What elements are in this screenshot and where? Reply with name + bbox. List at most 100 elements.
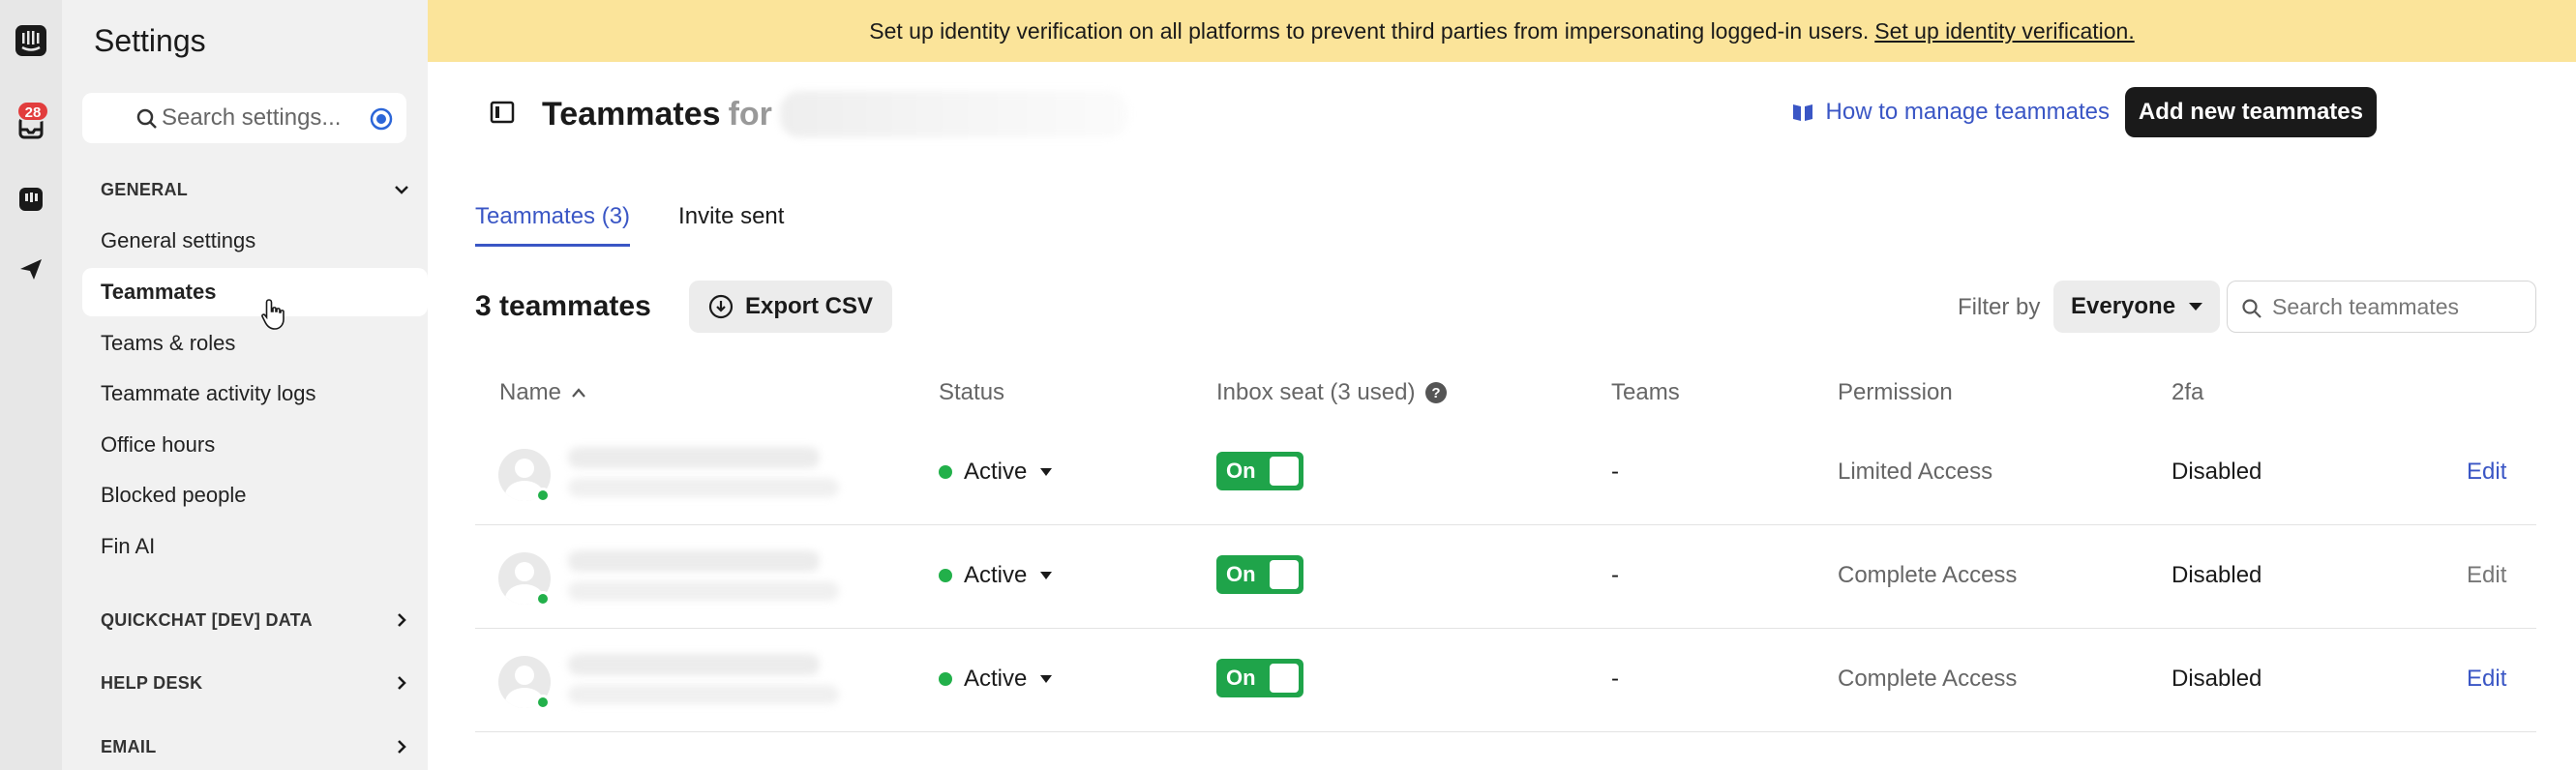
sidebar-item-label: Teammate activity logs xyxy=(101,381,316,405)
sidebar-title: Settings xyxy=(94,23,206,58)
status-dropdown[interactable]: Active xyxy=(939,666,1053,693)
twofa-value: Disabled xyxy=(2172,562,2262,588)
teammate-email-redacted xyxy=(568,478,839,497)
settings-search-input[interactable] xyxy=(160,104,363,133)
col-name[interactable]: Name xyxy=(499,379,586,406)
sidebar-item-office-hours[interactable]: Office hours xyxy=(82,421,428,469)
table-row: Active On - Complete Access Disabled Edi… xyxy=(475,525,2536,629)
teammate-tabs: Teammates (3) Invite sent xyxy=(475,203,832,247)
page-title-suffix: for xyxy=(728,95,772,133)
search-icon xyxy=(136,108,157,129)
status-label: Active xyxy=(964,459,1028,485)
hand-cursor-icon xyxy=(261,299,285,330)
teammate-email-redacted xyxy=(568,581,839,601)
download-icon xyxy=(708,294,734,319)
table-row: Active On - Limited Access Disabled Edit xyxy=(475,422,2536,525)
col-status: Status xyxy=(939,379,1005,405)
permission-value: Complete Access xyxy=(1838,562,2018,588)
section-help-desk[interactable]: HELP DESK xyxy=(101,667,410,698)
page-title-row: Teammates for xyxy=(542,91,1128,137)
caret-down-icon xyxy=(1040,468,1053,476)
teammate-search[interactable] xyxy=(2227,281,2536,333)
sidebar-item-label: Blocked people xyxy=(101,483,247,507)
teams-value: - xyxy=(1611,666,1619,692)
edit-link: Edit xyxy=(2467,562,2507,588)
chevron-right-icon xyxy=(398,613,406,627)
twofa-value: Disabled xyxy=(2172,666,2262,692)
tab-teammates[interactable]: Teammates (3) xyxy=(475,203,631,247)
add-teammates-button[interactable]: Add new teammates xyxy=(2124,87,2377,137)
tab-invite-sent[interactable]: Invite sent xyxy=(678,203,784,247)
teams-value: - xyxy=(1611,459,1619,485)
section-quickchat[interactable]: QUICKCHAT [DEV] DATA xyxy=(101,605,410,636)
teammate-name-redacted xyxy=(568,447,820,468)
banner-text: Set up identity verification on all plat… xyxy=(869,17,1870,44)
banner-link[interactable]: Set up identity verification. xyxy=(1874,18,2134,44)
inbox-seat-toggle[interactable]: On xyxy=(1216,452,1303,490)
intercom-logo-icon[interactable] xyxy=(12,21,50,60)
edit-link[interactable]: Edit xyxy=(2467,666,2506,693)
status-dot xyxy=(939,569,952,582)
twofa-value: Disabled xyxy=(2172,459,2262,485)
permission-value: Complete Access xyxy=(1838,666,2018,692)
filter-value: Everyone xyxy=(2071,293,2176,319)
fin-ai-icon[interactable] xyxy=(12,180,50,219)
sidebar-item-label: Fin AI xyxy=(101,534,156,558)
chevron-down-icon xyxy=(395,186,408,194)
export-csv-button[interactable]: Export CSV xyxy=(689,281,893,333)
sidebar-item-activity-logs[interactable]: Teammate activity logs xyxy=(82,370,428,418)
filter-dropdown[interactable]: Everyone xyxy=(2053,281,2221,333)
app-rail: 28 xyxy=(0,0,62,770)
edit-link[interactable]: Edit xyxy=(2467,459,2506,486)
outbound-send-icon[interactable] xyxy=(12,250,50,288)
main-content: Teammates for How to manage teammates Ad… xyxy=(428,62,2576,770)
online-indicator xyxy=(535,488,551,503)
sidebar-item-blocked-people[interactable]: Blocked people xyxy=(82,471,428,519)
section-label: QUICKCHAT [DEV] DATA xyxy=(101,609,313,630)
table-header: Name Status Inbox seat (3 used) ? Teams … xyxy=(475,370,2536,422)
sidebar-item-label: Teams & roles xyxy=(101,331,236,355)
online-indicator xyxy=(535,695,551,710)
status-dropdown[interactable]: Active xyxy=(939,459,1053,486)
status-label: Active xyxy=(964,666,1028,692)
help-icon[interactable]: ? xyxy=(1424,381,1448,404)
caret-down-icon xyxy=(1040,572,1053,579)
sidebar-item-general-settings[interactable]: General settings xyxy=(82,217,428,265)
section-general[interactable]: GENERAL xyxy=(101,174,410,205)
settings-search[interactable] xyxy=(82,93,406,143)
inbox-seat-toggle[interactable]: On xyxy=(1216,659,1303,697)
toggle-label: On xyxy=(1226,562,1256,586)
teammate-name-redacted xyxy=(568,550,820,572)
workspace-name-redacted xyxy=(779,91,1128,137)
online-indicator xyxy=(535,591,551,607)
permission-value: Limited Access xyxy=(1838,459,1993,485)
teammate-search-input[interactable] xyxy=(2270,292,2522,321)
sidebar-item-teams-roles[interactable]: Teams & roles xyxy=(82,319,428,368)
chevron-right-icon xyxy=(398,740,406,754)
how-to-manage-link[interactable]: How to manage teammates xyxy=(1791,99,2110,126)
caret-down-icon xyxy=(2189,303,2203,311)
status-dot xyxy=(939,672,952,686)
sidebar-item-teammates[interactable]: Teammates xyxy=(82,268,428,316)
section-email[interactable]: EMAIL xyxy=(101,731,410,762)
help-link-label: How to manage teammates xyxy=(1825,99,2110,125)
col-permission: Permission xyxy=(1838,379,1953,405)
assistant-target-icon[interactable] xyxy=(370,107,393,131)
teammates-table: Name Status Inbox seat (3 used) ? Teams … xyxy=(475,370,2536,732)
toggle-label: On xyxy=(1226,459,1256,483)
sidebar-item-fin-ai[interactable]: Fin AI xyxy=(82,522,428,571)
inbox-seat-toggle[interactable]: On xyxy=(1216,555,1303,594)
status-dropdown[interactable]: Active xyxy=(939,562,1053,589)
status-label: Active xyxy=(964,562,1028,588)
teammate-name-redacted xyxy=(568,654,820,675)
sidebar-toggle-icon[interactable] xyxy=(490,101,515,124)
col-2fa: 2fa xyxy=(2172,379,2204,405)
inbox-badge: 28 xyxy=(16,101,49,122)
table-row: Active On - Complete Access Disabled Edi… xyxy=(475,629,2536,732)
filter-label: Filter by xyxy=(1958,294,2041,320)
col-teams: Teams xyxy=(1611,379,1680,405)
toggle-label: On xyxy=(1226,666,1256,690)
sort-asc-icon xyxy=(572,388,585,398)
teams-value: - xyxy=(1611,562,1619,588)
teammates-toolbar: 3 teammates Export CSV Filter by Everyon… xyxy=(475,281,2536,333)
